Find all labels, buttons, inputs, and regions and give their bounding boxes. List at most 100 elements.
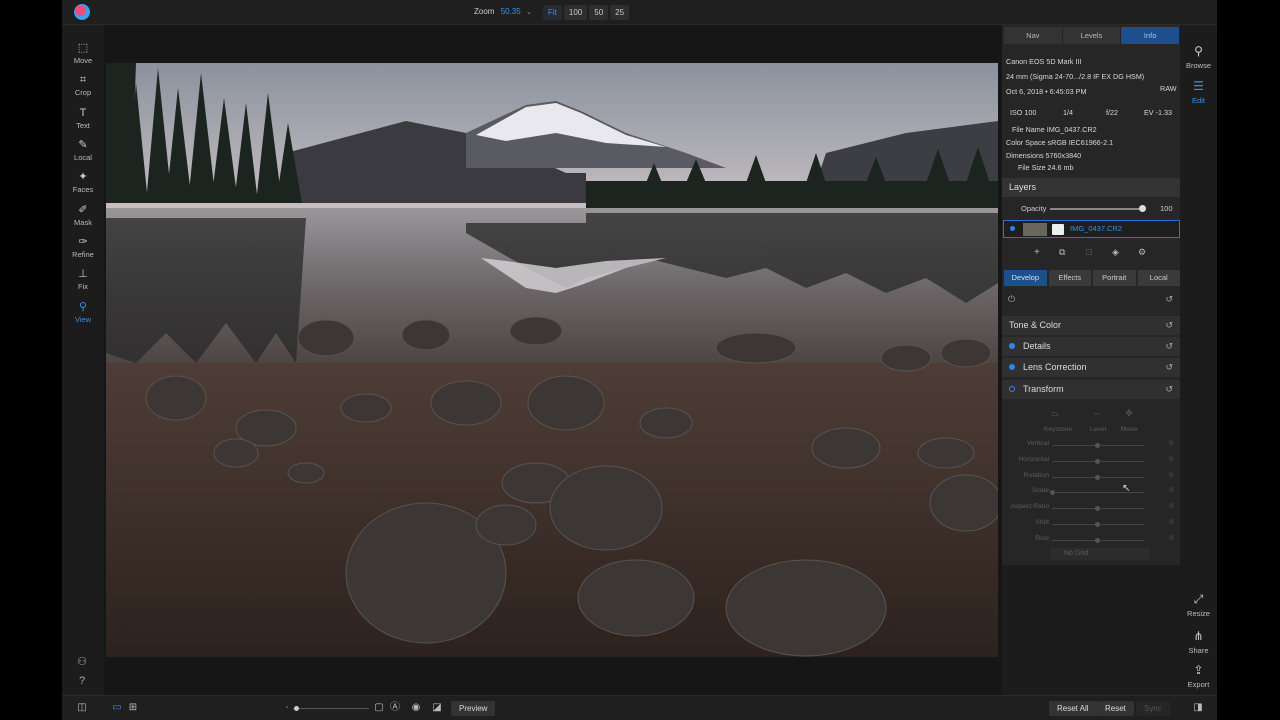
zoom-25-button[interactable]: 25 (610, 5, 630, 20)
chevron-down-icon[interactable]: ⌄ (526, 9, 532, 16)
slider-value: 0 (1169, 472, 1173, 479)
filmstrip-view-icon[interactable]: ⊞ (127, 702, 139, 714)
resize-button[interactable]: ⤢ Resize (1180, 591, 1217, 618)
reset-all-button[interactable]: Reset All (1049, 701, 1097, 716)
keystone-icon[interactable]: ⏢ (1042, 408, 1068, 419)
tool-mask[interactable]: ✐ Mask (62, 204, 104, 227)
slider-knob[interactable] (1095, 459, 1100, 464)
layer-mask-icon[interactable] (1052, 224, 1064, 235)
section-transform[interactable]: Transform ↺ (1002, 380, 1180, 399)
user-account-icon[interactable]: ⚇ (75, 655, 89, 669)
slider-value: 0 (1169, 440, 1173, 447)
layer-row[interactable]: IMG_0437.CR2 (1003, 220, 1180, 238)
section-tone-color[interactable]: Tone & Color ↺ (1002, 316, 1180, 335)
reset-icon[interactable]: ↺ (1165, 380, 1173, 399)
right-panel-toggle-icon[interactable]: ◨ (1192, 702, 1204, 714)
help-icon[interactable]: ? (75, 675, 89, 689)
layers-title: Layers (1009, 182, 1037, 192)
level-label: Level (1089, 426, 1107, 433)
tool-move[interactable]: ⬚ Move (62, 42, 104, 65)
level-icon[interactable]: ⇔ (1084, 408, 1110, 418)
move-icon[interactable]: ✥ (1116, 408, 1142, 419)
tab-develop[interactable]: Develop (1004, 270, 1047, 286)
dimensions: Dimensions 5760x3840 (1006, 151, 1082, 160)
grid-select[interactable]: No Grid (1050, 548, 1150, 560)
compare-icon[interactable]: ▢ (373, 702, 385, 714)
auto-enhance-icon[interactable]: Ⓐ (389, 702, 401, 714)
opacity-slider[interactable] (1050, 208, 1142, 210)
zoom-fit-button[interactable]: Fit (543, 5, 562, 20)
tab-info[interactable]: Info (1121, 27, 1181, 44)
single-view-icon[interactable]: ▭ (111, 702, 123, 714)
tool-crop[interactable]: ⌗ Crop (62, 74, 104, 97)
add-layer-icon[interactable]: + (1034, 247, 1040, 258)
tool-fix[interactable]: ⊥ Fix (62, 268, 104, 291)
mask-overlay-icon[interactable]: ◉ (410, 702, 422, 714)
clipping-icon[interactable]: ◪ (431, 702, 443, 714)
browse-button[interactable]: ⚲ Browse (1180, 43, 1217, 70)
reset-icon[interactable]: ↺ (1165, 294, 1173, 305)
tool-faces[interactable]: ✦ Faces (62, 171, 104, 194)
section-lens-correction[interactable]: Lens Correction ↺ (1002, 358, 1180, 377)
reset-button[interactable]: Reset (1097, 701, 1134, 716)
enabled-dot[interactable] (1009, 364, 1015, 370)
export-button[interactable]: ⇪ Export (1180, 662, 1217, 689)
faces-icon: ✦ (78, 171, 88, 183)
thumbnail-size-knob[interactable] (294, 706, 299, 711)
duplicate-layer-icon[interactable]: ⧉ (1059, 247, 1065, 258)
enabled-dot[interactable] (1009, 343, 1015, 349)
slider-knob[interactable] (1095, 506, 1100, 511)
tool-text[interactable]: T Text (62, 107, 104, 130)
slider-shift[interactable]: Shift 0 (1002, 519, 1180, 531)
photo-preview[interactable] (106, 63, 998, 657)
tab-portrait[interactable]: Portrait (1093, 270, 1136, 286)
power-icon[interactable]: ⏻ (1008, 294, 1015, 305)
left-toolbar: ⬚ Move ⌗ Crop T Text ✎ Local ✦ Faces ✐ Mask ✑ R… (62, 25, 104, 695)
slider-knob[interactable] (1095, 475, 1100, 480)
panel-tabs: Nav Levels Info (1004, 27, 1181, 44)
slider-rise[interactable]: Rise 0 (1002, 535, 1180, 547)
layer-stack-icon[interactable]: ◈ (1112, 247, 1119, 258)
lens-info: 24 mm (Sigma 24-70.../2.8 IF EX DG HSM) (1006, 72, 1145, 81)
tab-effects[interactable]: Effects (1048, 270, 1091, 286)
zoom-100-button[interactable]: 100 (563, 5, 588, 20)
disabled-dot[interactable] (1009, 386, 1015, 392)
raw-badge: RAW (1160, 84, 1177, 93)
preview-button[interactable]: Preview (451, 701, 496, 716)
layer-thumbnail (1023, 223, 1047, 236)
reset-icon[interactable]: ↺ (1165, 358, 1173, 377)
tab-local[interactable]: Local (1137, 270, 1180, 286)
section-details[interactable]: Details ↺ (1002, 337, 1180, 356)
slider-horizontal[interactable]: Horizontal 0 (1002, 456, 1180, 468)
tool-view[interactable]: ⚲ View (62, 301, 104, 324)
zoom-50-button[interactable]: 50 (589, 5, 609, 20)
zoom-value[interactable]: 50.35 (501, 7, 521, 16)
slider-vertical[interactable]: Vertical 0 (1002, 440, 1180, 452)
slider-knob[interactable] (1050, 490, 1055, 495)
reset-icon[interactable]: ↺ (1165, 337, 1173, 356)
slider-knob[interactable] (1095, 538, 1100, 543)
left-panel-toggle-icon[interactable]: ◫ (76, 702, 88, 714)
reset-icon[interactable]: ↺ (1165, 316, 1173, 335)
tool-local[interactable]: ✎ Local (62, 139, 104, 162)
zoom-control[interactable]: Zoom 50.35 ⌄ (474, 7, 532, 16)
slider-scale[interactable]: Scale 0 (1002, 487, 1180, 499)
share-button[interactable]: ⋔ Share (1180, 628, 1217, 655)
slider-knob[interactable] (1095, 443, 1100, 448)
opacity-slider-knob[interactable] (1139, 205, 1146, 212)
app-logo-icon[interactable] (74, 4, 90, 20)
tab-levels[interactable]: Levels (1063, 27, 1122, 44)
thumbnail-size-slider[interactable] (293, 708, 369, 709)
delete-layer-icon[interactable]: ⊡ (1085, 247, 1093, 258)
sync-button[interactable]: Sync (1136, 701, 1170, 716)
slider-aspect-ratio[interactable]: Aspect Ratio 0 (1002, 503, 1180, 515)
tool-refine[interactable]: ✑ Refine (62, 236, 104, 259)
browse-icon: ⚲ (1194, 44, 1203, 58)
image-canvas[interactable] (104, 25, 1002, 695)
layer-visible-dot[interactable] (1010, 226, 1015, 231)
tab-nav[interactable]: Nav (1004, 27, 1063, 44)
layer-settings-icon[interactable]: ⚙ (1138, 247, 1146, 258)
slider-rotation[interactable]: Rotation 0 (1002, 472, 1180, 484)
edit-button[interactable]: ☰ Edit (1180, 78, 1217, 105)
slider-knob[interactable] (1095, 522, 1100, 527)
